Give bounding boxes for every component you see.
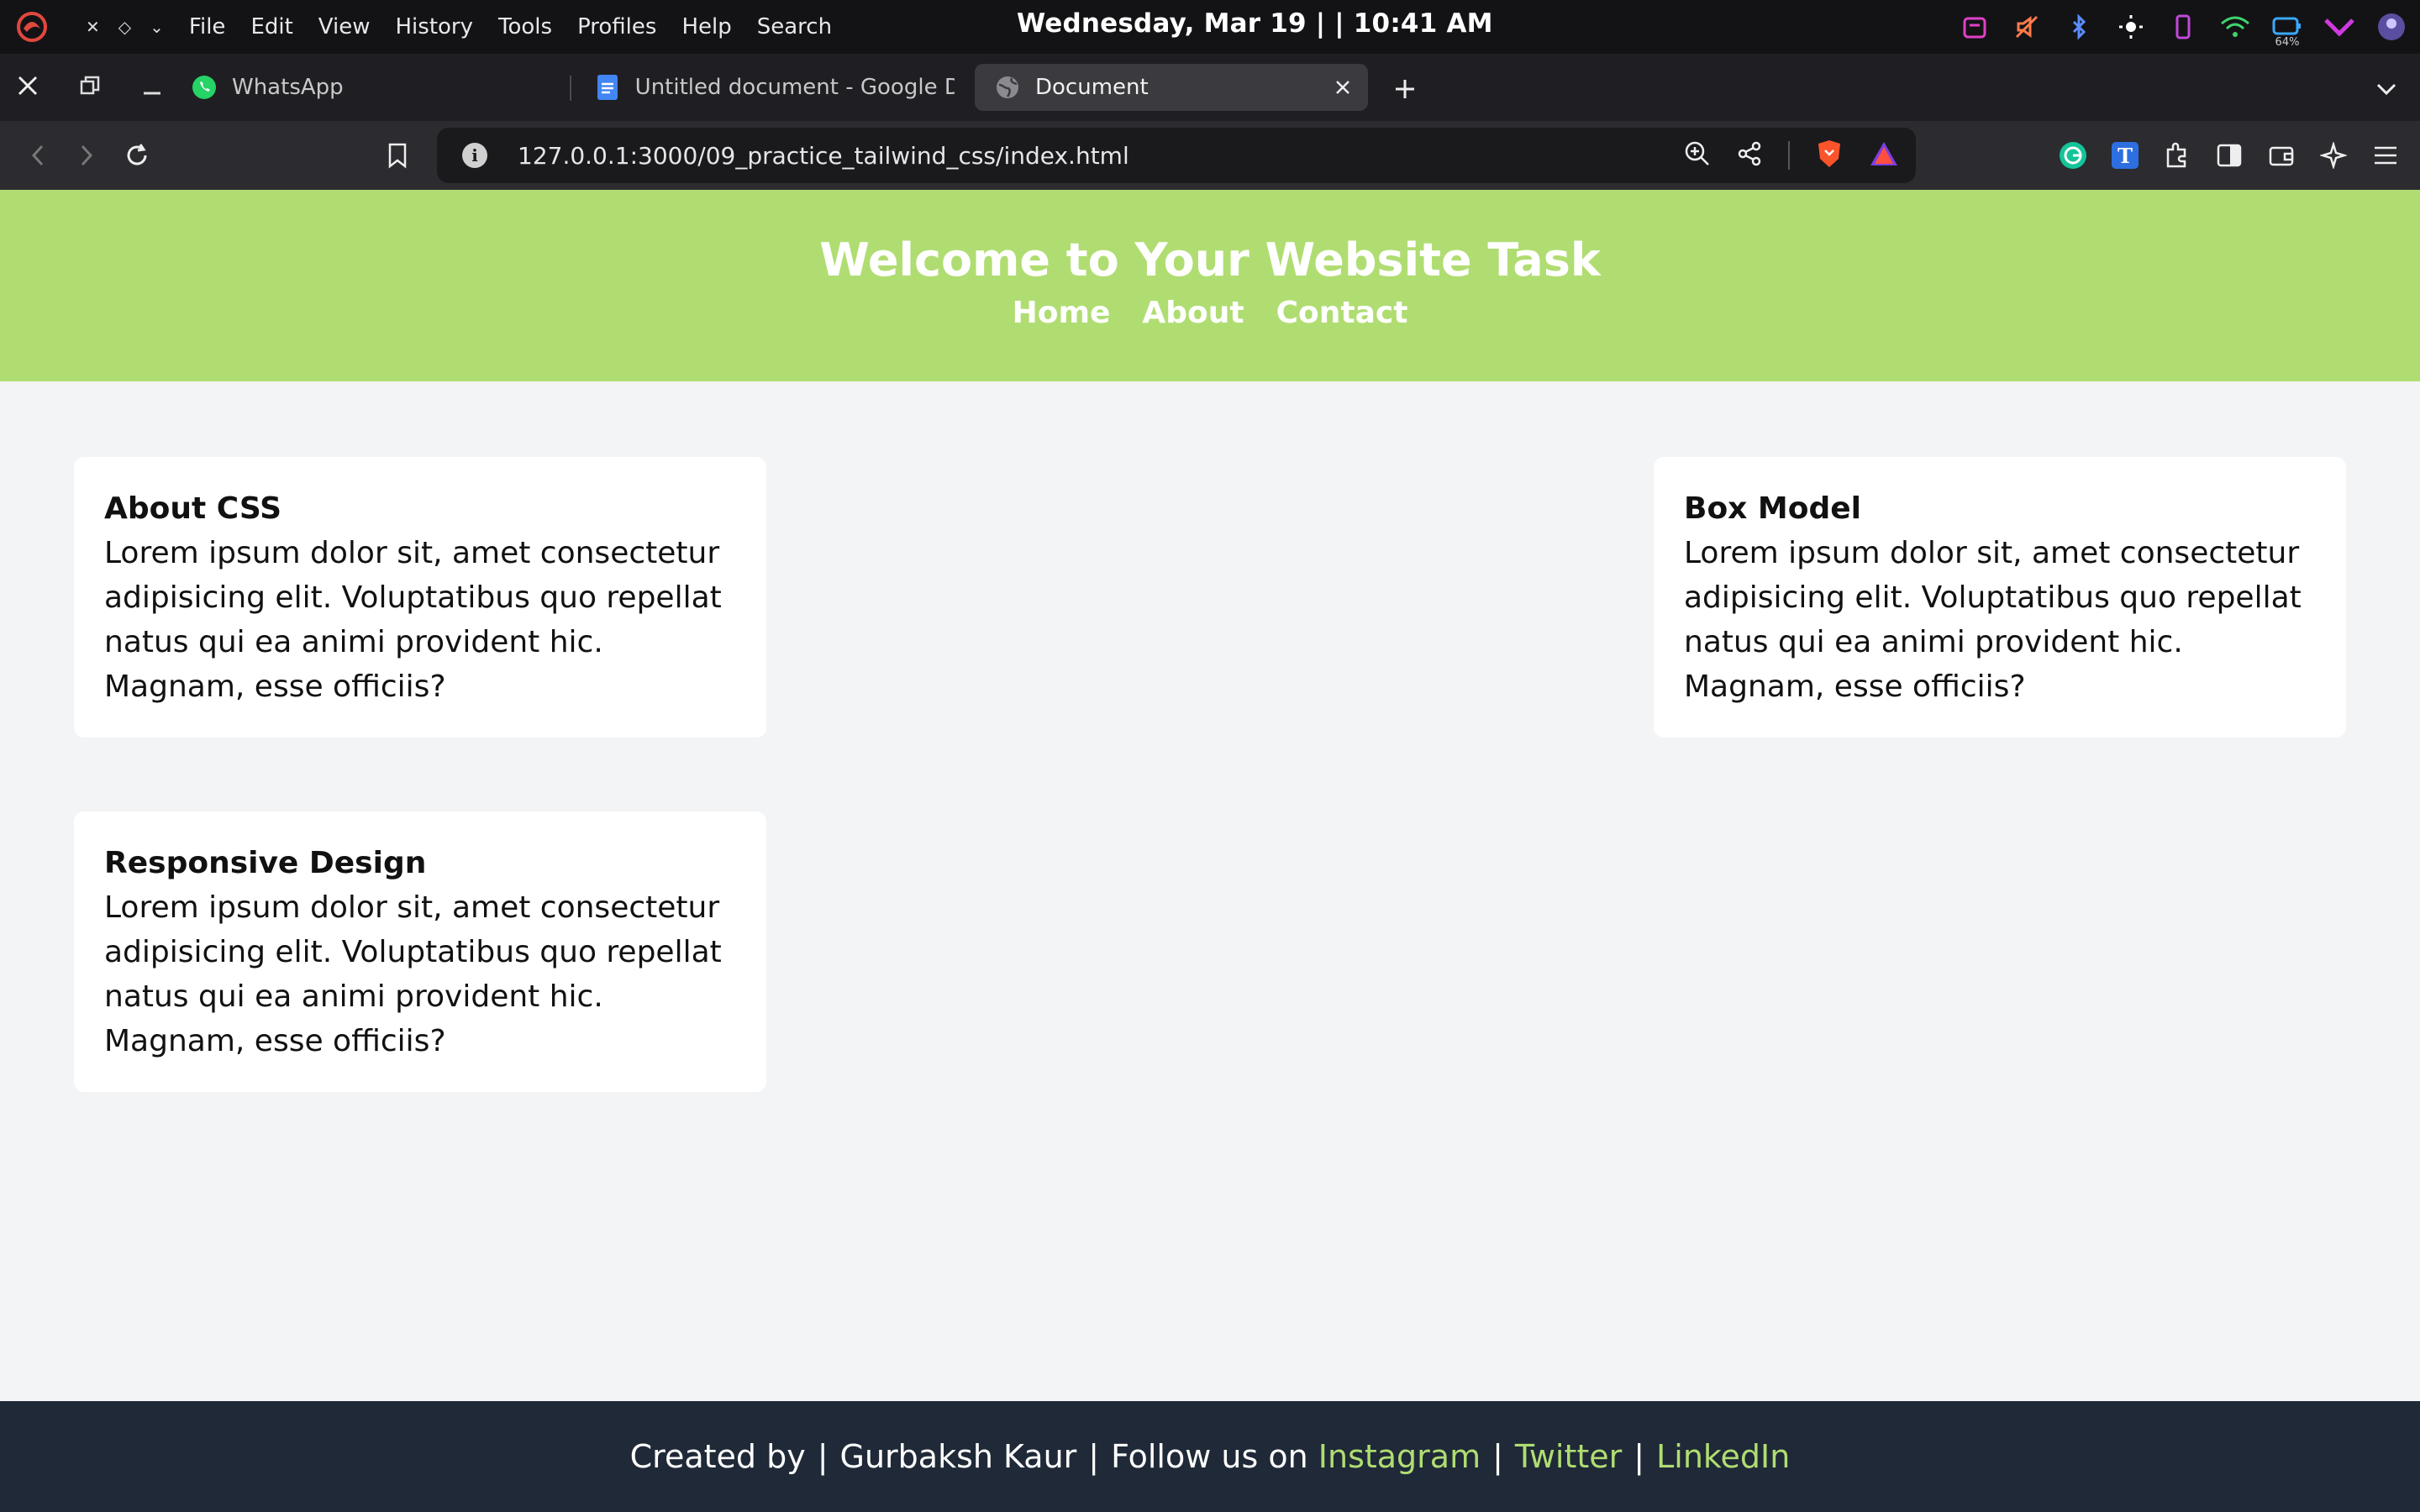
tab-title: Document: [1035, 75, 1149, 100]
menu-search[interactable]: Search: [757, 14, 832, 39]
card-title: Responsive Design: [104, 846, 427, 880]
tab-title: Untitled document - Google Docs: [634, 75, 955, 100]
mute-icon[interactable]: [2010, 10, 2044, 44]
tab-title: WhatsApp: [232, 75, 344, 100]
footer-separator: |: [1634, 1438, 1645, 1475]
nav-link-about[interactable]: About: [1142, 296, 1244, 330]
tab-separator: [570, 76, 571, 101]
brave-rewards-icon[interactable]: [1869, 140, 1899, 171]
card-body: Lorem ipsum dolor sit, amet consectetur …: [104, 536, 722, 704]
card-body: Lorem ipsum dolor sit, amet consectetur …: [1684, 536, 2302, 704]
footer-link-instagram[interactable]: Instagram: [1318, 1438, 1481, 1475]
footer-created-by: Created by: [629, 1438, 806, 1475]
card-about-css: About CSS Lorem ipsum dolor sit, amet co…: [74, 457, 766, 738]
nav-link-home[interactable]: Home: [1013, 296, 1111, 330]
reload-icon[interactable]: [119, 138, 155, 173]
menu-help[interactable]: Help: [681, 14, 731, 39]
system-tray: 64%: [1958, 0, 2408, 54]
close-icon[interactable]: [17, 75, 39, 100]
hamburger-menu-icon[interactable]: [2368, 138, 2403, 173]
footer-link-twitter[interactable]: Twitter: [1515, 1438, 1622, 1475]
app-launcher-icon[interactable]: [12, 7, 52, 47]
new-tab-button[interactable]: [1388, 72, 1422, 106]
nav-link-contact[interactable]: Contact: [1276, 296, 1408, 330]
address-bar[interactable]: i 127.0.0.1:3000/09_practice_tailwind_cs…: [437, 128, 1916, 183]
footer-follow-text: Follow us on: [1111, 1438, 1308, 1475]
close-window-icon[interactable]: ✕: [86, 17, 100, 37]
leo-ai-icon[interactable]: [2316, 138, 2351, 173]
menu-history[interactable]: History: [396, 14, 474, 39]
chevron-down-icon[interactable]: ⌄: [150, 17, 164, 37]
site-footer: Created by | Gurbaksh Kaur | Follow us o…: [0, 1401, 2420, 1512]
brave-shields-icon[interactable]: [1815, 139, 1844, 172]
divider: [1788, 141, 1790, 170]
battery-icon[interactable]: 64%: [2270, 10, 2304, 49]
card-title: About CSS: [104, 491, 282, 526]
card-body: Lorem ipsum dolor sit, amet consectetur …: [104, 890, 722, 1058]
check-icon[interactable]: [2323, 10, 2356, 44]
menu-edit[interactable]: Edit: [250, 14, 292, 39]
footer-link-linkedin[interactable]: LinkedIn: [1656, 1438, 1790, 1475]
translate-extension-icon[interactable]: T: [2107, 138, 2143, 173]
web-page: Welcome to Your Website Task Home About …: [0, 190, 2420, 1512]
menu-profiles[interactable]: Profiles: [577, 14, 656, 39]
footer-separator: |: [1492, 1438, 1503, 1475]
footer-author: Gurbaksh Kaur: [839, 1438, 1077, 1475]
phone-connect-icon[interactable]: [2166, 10, 2200, 44]
close-tab-icon[interactable]: [1331, 76, 1355, 99]
card-title: Box Model: [1684, 491, 1862, 526]
sidebar-icon[interactable]: [2212, 138, 2247, 173]
wallet-icon[interactable]: [2264, 138, 2299, 173]
menu-bar: File Edit View History Tools Profiles He…: [189, 14, 857, 39]
system-top-bar: ✕ ◇ ⌄ File Edit View History Tools Profi…: [0, 0, 2420, 54]
bookmark-icon[interactable]: [380, 138, 415, 173]
browser-toolbar: i 127.0.0.1:3000/09_practice_tailwind_cs…: [0, 121, 2420, 190]
menu-tools[interactable]: Tools: [498, 14, 552, 39]
tab-document[interactable]: Document: [975, 64, 1368, 111]
extensions-puzzle-icon[interactable]: [2160, 138, 2195, 173]
extensions-tray: T: [2055, 138, 2403, 173]
site-info-icon[interactable]: i: [462, 143, 487, 168]
wifi-icon[interactable]: [2218, 10, 2252, 44]
bluetooth-icon[interactable]: [2062, 10, 2096, 44]
menu-view[interactable]: View: [318, 14, 371, 39]
share-icon[interactable]: [1736, 140, 1763, 171]
google-docs-icon: [593, 73, 622, 102]
footer-separator: |: [1088, 1438, 1100, 1475]
brightness-icon[interactable]: [2114, 10, 2148, 44]
zoom-icon[interactable]: [1684, 140, 1711, 171]
calendar-icon[interactable]: [1958, 10, 1991, 44]
card-box-model: Box Model Lorem ipsum dolor sit, amet co…: [1654, 457, 2346, 738]
system-clock[interactable]: Wednesday, Mar 19 | | 10:41 AM: [1017, 8, 1493, 39]
back-icon[interactable]: [20, 138, 55, 173]
chevron-down-icon[interactable]: [2370, 72, 2403, 106]
url-text[interactable]: 127.0.0.1:3000/09_practice_tailwind_css/…: [518, 142, 1129, 170]
user-avatar-icon[interactable]: [2375, 10, 2408, 44]
page-title: Welcome to Your Website Task: [819, 234, 1601, 286]
svg-text:T: T: [2118, 144, 2133, 168]
tab-whatsapp[interactable]: WhatsApp: [190, 64, 560, 111]
site-nav: Home About Contact: [0, 296, 2420, 330]
menu-file[interactable]: File: [189, 14, 226, 39]
battery-percent: 64%: [2275, 36, 2300, 49]
whatsapp-icon: [190, 73, 218, 102]
card-responsive-design: Responsive Design Lorem ipsum dolor sit,…: [74, 811, 766, 1092]
grammarly-icon[interactable]: [2055, 138, 2091, 173]
footer-separator: |: [817, 1438, 829, 1475]
keep-above-icon[interactable]: ◇: [118, 17, 131, 37]
tab-google-docs[interactable]: Untitled document - Google Docs: [593, 64, 955, 111]
globe-icon: [993, 73, 1022, 102]
restore-window-icon[interactable]: [79, 75, 101, 100]
minimize-icon[interactable]: [141, 75, 163, 100]
forward-icon[interactable]: [69, 138, 104, 173]
site-header: Welcome to Your Website Task Home About …: [0, 190, 2420, 381]
